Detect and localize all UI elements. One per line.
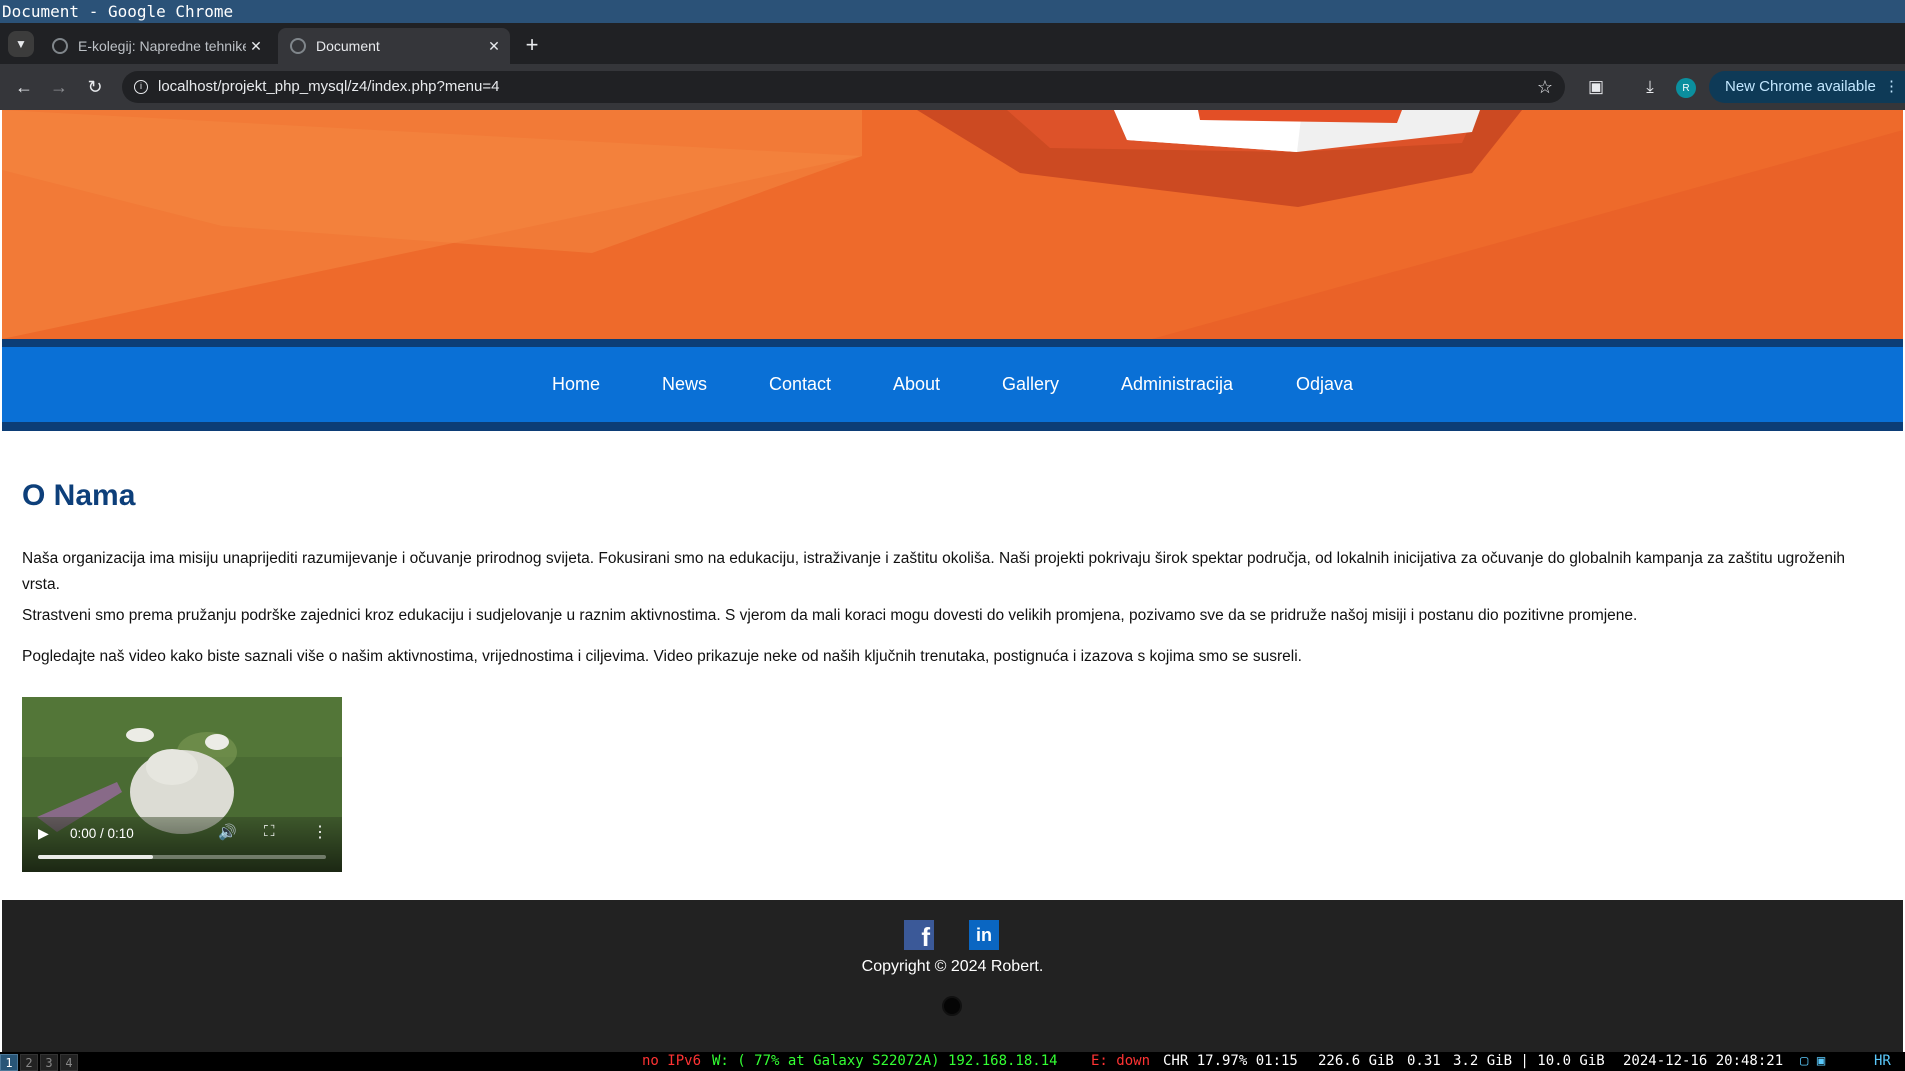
volume-icon[interactable]: 🔊 (218, 823, 237, 841)
facebook-icon[interactable]: f (904, 920, 934, 952)
copyright-text: Copyright © 2024 Robert. (861, 958, 1044, 975)
url-text: localhost/projekt_php_mysql/z4/index.php… (158, 78, 500, 95)
nav-gallery[interactable]: Gallery (1002, 347, 1059, 422)
profile-avatar[interactable]: R (1676, 78, 1696, 98)
bookmark-star-icon[interactable]: ☆ (1537, 71, 1553, 103)
forward-arrow-icon[interactable]: → (45, 73, 73, 101)
chevron-down-icon: ▼ (15, 37, 27, 51)
github-icon[interactable] (942, 996, 962, 1016)
workspace-3[interactable]: 3 (40, 1054, 58, 1071)
nav-contact[interactable]: Contact (769, 347, 831, 422)
nav-news[interactable]: News (662, 347, 707, 422)
datetime-status: 2024-12-16 20:48:21 (1623, 1053, 1784, 1069)
wifi-status: W: ( 77% at Galaxy S22072A) 192.168.18.1… (712, 1053, 1058, 1069)
back-arrow-icon[interactable]: ← (10, 73, 38, 101)
browser-toolbar: ← → ↻ i localhost/projekt_php_mysql/z4/i… (0, 64, 1905, 110)
site-footer: f in Copyright © 2024 Robert. (2, 900, 1903, 1052)
nav-about[interactable]: About (893, 347, 940, 422)
ethernet-status: E: down (1091, 1053, 1151, 1069)
address-bar[interactable]: i localhost/projekt_php_mysql/z4/index.p… (122, 71, 1565, 103)
new-tab-button[interactable]: + (520, 32, 544, 57)
globe-icon (290, 38, 306, 54)
tab-ekolegij[interactable]: E-kolegij: Napredne tehnike ✕ (40, 28, 272, 64)
video-player[interactable]: ▶ 0:00 / 0:10 🔊 ⛶ ⋮ (22, 697, 342, 872)
ipv6-status: no IPv6 (642, 1053, 702, 1069)
download-icon[interactable]: ⤓ (1636, 73, 1664, 101)
workspace-2[interactable]: 2 (20, 1054, 38, 1071)
page-title: O Nama (22, 479, 136, 512)
more-vert-icon[interactable]: ⋮ (312, 822, 328, 842)
battery-status: CHR 17.97% 01:15 (1163, 1053, 1298, 1069)
disk-status: 226.6 GiB (1318, 1053, 1394, 1069)
site-info-icon[interactable]: i (134, 80, 148, 94)
about-paragraph-1: Naša organizacija ima misiju unaprijedit… (22, 550, 1846, 593)
play-icon[interactable]: ▶ (38, 825, 49, 842)
window-title: Document - Google Chrome (0, 0, 1905, 23)
workspace-1[interactable]: 1 (0, 1054, 18, 1071)
linkedin-icon[interactable]: in (969, 920, 999, 950)
navbar-bottom-border (2, 422, 1903, 431)
globe-icon (52, 38, 68, 54)
html5-banner-graphic (2, 110, 1903, 339)
system-status-bar: 1 2 3 4 no IPv6 W: ( 77% at Galaxy S2207… (0, 1052, 1905, 1071)
reload-icon[interactable]: ↻ (81, 73, 109, 101)
load-status: 0.31 (1407, 1053, 1441, 1069)
about-paragraph-3: Pogledajte naš video kako biste saznali … (22, 648, 1302, 665)
screen: Document - Google Chrome ▼ E-kolegij: Na… (0, 0, 1905, 1071)
nav-administracija[interactable]: Administracija (1121, 347, 1233, 422)
workspace-4[interactable]: 4 (60, 1054, 78, 1071)
extensions-icon[interactable]: ▣ (1582, 73, 1610, 101)
navbar-top-border (2, 339, 1903, 347)
more-vert-icon[interactable]: ⋮ (1884, 71, 1899, 103)
tab-strip: ▼ E-kolegij: Napredne tehnike ✕ Document… (0, 23, 1905, 64)
main-nav: Home News Contact About Gallery Administ… (2, 347, 1903, 422)
update-chrome-button[interactable]: New Chrome available ⋮ (1709, 71, 1905, 103)
tab-document[interactable]: Document ✕ (278, 28, 510, 64)
fullscreen-icon[interactable]: ⛶ (264, 823, 275, 840)
about-paragraph-2: Strastveni smo prema pružanju podrške za… (22, 607, 1638, 624)
keyboard-layout: HR (1874, 1053, 1891, 1069)
tab-title: E-kolegij: Napredne tehnike (78, 38, 246, 54)
web-page: Home News Contact About Gallery Administ… (0, 110, 1905, 1052)
nav-home[interactable]: Home (552, 347, 600, 422)
video-time: 0:00 / 0:10 (70, 826, 134, 841)
tray-icons: ▢ ▣ (1800, 1053, 1826, 1069)
memory-status: 3.2 GiB | 10.0 GiB (1453, 1053, 1605, 1069)
tab-search-button[interactable]: ▼ (8, 31, 34, 57)
video-progress-track[interactable] (38, 855, 326, 859)
close-icon[interactable]: ✕ (484, 36, 504, 56)
header-banner (2, 110, 1903, 339)
update-label: New Chrome available (1725, 78, 1876, 95)
close-icon[interactable]: ✕ (246, 36, 266, 56)
video-controls: ▶ 0:00 / 0:10 🔊 ⛶ ⋮ (22, 817, 342, 872)
video-buffer-bar (38, 855, 154, 859)
tab-title: Document (316, 38, 380, 54)
nav-odjava[interactable]: Odjava (1296, 347, 1353, 422)
